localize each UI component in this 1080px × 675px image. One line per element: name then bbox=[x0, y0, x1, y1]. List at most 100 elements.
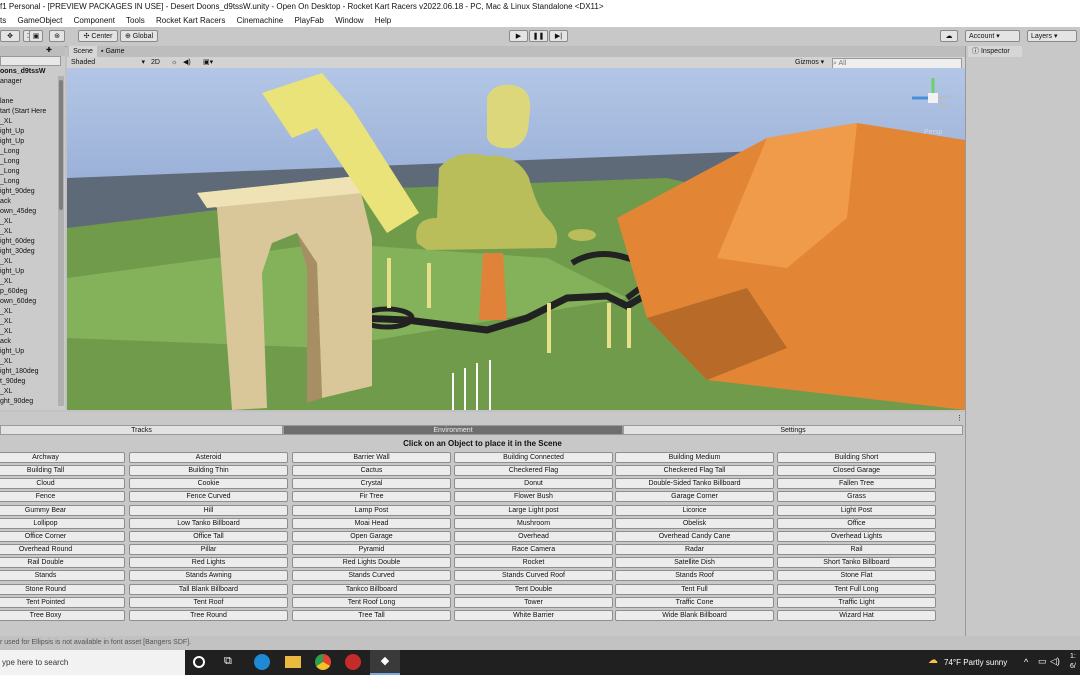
object-button[interactable]: Fir Tree bbox=[292, 491, 451, 503]
hierarchy-item[interactable]: own_60deg bbox=[0, 297, 65, 307]
hierarchy-item[interactable]: _XL bbox=[0, 387, 65, 397]
hierarchy-item[interactable]: ight_Up bbox=[0, 347, 65, 357]
edge-icon[interactable] bbox=[254, 654, 270, 670]
hierarchy-item[interactable]: _Long bbox=[0, 157, 65, 167]
hierarchy-item[interactable]: ght_90deg bbox=[0, 397, 65, 407]
window-menu-icon[interactable]: ⋮ bbox=[956, 414, 963, 422]
hierarchy-item[interactable]: ight_Up bbox=[0, 137, 65, 147]
move-tool-icon[interactable]: ✥ bbox=[0, 30, 20, 42]
hierarchy-item[interactable]: _XL bbox=[0, 227, 65, 237]
pivot-center-button[interactable]: ✣ Center bbox=[78, 30, 118, 42]
object-button[interactable]: Low Tanko Billboard bbox=[129, 517, 288, 529]
object-button[interactable]: Stands Awning bbox=[129, 570, 288, 582]
object-button[interactable]: Garage Corner bbox=[615, 491, 774, 503]
object-button[interactable]: Stands bbox=[0, 570, 125, 582]
hierarchy-search[interactable] bbox=[0, 56, 61, 66]
tab-game[interactable]: ▪ Game bbox=[101, 46, 141, 57]
object-button[interactable]: Flower Bush bbox=[454, 491, 613, 503]
hierarchy-item[interactable]: _Long bbox=[0, 177, 65, 187]
object-button[interactable]: Tent Full bbox=[615, 583, 774, 595]
effects-icon[interactable]: ▣▾ bbox=[203, 57, 213, 68]
object-button[interactable]: Race Camera bbox=[454, 544, 613, 556]
object-button[interactable]: Building Short bbox=[777, 452, 936, 463]
object-button[interactable]: Large Light post bbox=[454, 504, 613, 516]
object-button[interactable]: Rail Double bbox=[0, 557, 125, 569]
menu-tools[interactable]: Tools bbox=[126, 16, 145, 25]
object-button[interactable]: Cactus bbox=[292, 465, 451, 477]
object-button[interactable]: Stone Round bbox=[0, 583, 125, 595]
object-button[interactable]: Crystal bbox=[292, 478, 451, 490]
object-button[interactable]: Stone Flat bbox=[777, 570, 936, 582]
hierarchy-item[interactable] bbox=[0, 87, 65, 97]
tab-environment[interactable]: Environment bbox=[283, 425, 623, 435]
object-button[interactable]: Rail bbox=[777, 544, 936, 556]
transform-tool-icon[interactable]: ⊛ bbox=[49, 30, 65, 42]
object-button[interactable]: Overhead Round bbox=[0, 544, 125, 556]
menu-gameobject[interactable]: GameObject bbox=[17, 16, 62, 25]
tab-tracks[interactable]: Tracks bbox=[0, 425, 283, 435]
hierarchy-scene-root[interactable]: oons_d9tssW bbox=[0, 66, 65, 77]
object-button[interactable]: Open Garage bbox=[292, 530, 451, 542]
menu-window[interactable]: Window bbox=[335, 16, 363, 25]
hierarchy-item[interactable]: ack bbox=[0, 197, 65, 207]
object-button[interactable]: Lollipop bbox=[0, 517, 125, 529]
hierarchy-item[interactable]: t_90deg bbox=[0, 377, 65, 387]
hierarchy-scrollbar[interactable] bbox=[58, 76, 64, 406]
hierarchy-item[interactable]: lane bbox=[0, 97, 65, 107]
hierarchy-item[interactable]: tart (Start Here bbox=[0, 107, 65, 117]
chrome-alt-icon[interactable] bbox=[345, 654, 361, 670]
tab-scene[interactable]: Scene bbox=[69, 46, 97, 57]
network-icon[interactable]: ▭ bbox=[1038, 656, 1047, 667]
cortana-icon[interactable] bbox=[193, 656, 205, 668]
hierarchy-item[interactable]: ight_60deg bbox=[0, 237, 65, 247]
object-button[interactable]: Tree Boxy bbox=[0, 609, 125, 621]
hierarchy-item[interactable]: _XL bbox=[0, 327, 65, 337]
object-button[interactable]: Tankco Billboard bbox=[292, 583, 451, 595]
hierarchy-item[interactable]: _XL bbox=[0, 217, 65, 227]
object-button[interactable]: Donut bbox=[454, 478, 613, 490]
object-button[interactable]: Stands Roof bbox=[615, 570, 774, 582]
object-button[interactable]: Asteroid bbox=[129, 452, 288, 463]
object-button[interactable]: Light Post bbox=[777, 504, 936, 516]
object-button[interactable]: Lamp Post bbox=[292, 504, 451, 516]
object-button[interactable]: Building Medium bbox=[615, 452, 774, 463]
object-button[interactable]: Traffic Cone bbox=[615, 596, 774, 608]
task-view-icon[interactable]: ⧉ bbox=[224, 655, 232, 668]
layers-dropdown[interactable]: Layers ▾ bbox=[1027, 30, 1077, 42]
hierarchy-scroll-thumb[interactable] bbox=[59, 80, 63, 210]
hierarchy-item[interactable]: ight_90deg bbox=[0, 187, 65, 197]
object-button[interactable]: Red Lights bbox=[129, 557, 288, 569]
scale-tool-icon[interactable]: ▣ bbox=[29, 30, 43, 42]
object-button[interactable]: Wide Blank Billboard bbox=[615, 609, 774, 621]
hierarchy-item[interactable]: _XL bbox=[0, 317, 65, 327]
clock[interactable]: 1: 6/ bbox=[1070, 652, 1076, 672]
object-button[interactable]: Tent Pointed bbox=[0, 596, 125, 608]
object-button[interactable]: Overhead Candy Cane bbox=[615, 530, 774, 542]
object-button[interactable]: Cookie bbox=[129, 478, 288, 490]
hierarchy-item[interactable]: own_45deg bbox=[0, 207, 65, 217]
object-button[interactable]: Mushroom bbox=[454, 517, 613, 529]
object-button[interactable]: Pyramid bbox=[292, 544, 451, 556]
object-button[interactable]: Tent Double bbox=[454, 583, 613, 595]
hierarchy-item[interactable]: ight_Up bbox=[0, 267, 65, 277]
object-button[interactable]: Cloud bbox=[0, 478, 125, 490]
pause-button[interactable]: ❚❚ bbox=[529, 30, 548, 42]
hierarchy-item[interactable]: _Long bbox=[0, 147, 65, 157]
object-button[interactable]: Obelisk bbox=[615, 517, 774, 529]
object-button[interactable]: Fence Curved bbox=[129, 491, 288, 503]
object-button[interactable]: Checkered Flag bbox=[454, 465, 613, 477]
object-button[interactable]: Pillar bbox=[129, 544, 288, 556]
hierarchy-item[interactable]: ack bbox=[0, 337, 65, 347]
taskbar-search-input[interactable]: ype here to search bbox=[0, 650, 185, 675]
object-button[interactable]: Red Lights Double bbox=[292, 557, 451, 569]
object-button[interactable]: Building Tall bbox=[0, 465, 125, 477]
menu-tools-partial[interactable]: ts bbox=[0, 16, 6, 25]
account-dropdown[interactable]: Account ▾ bbox=[965, 30, 1020, 42]
object-button[interactable]: White Barrier bbox=[454, 609, 613, 621]
object-button[interactable]: Closed Garage bbox=[777, 465, 936, 477]
hierarchy-item[interactable]: ight_30deg bbox=[0, 247, 65, 257]
object-button[interactable]: Double-Sided Tanko Billboard bbox=[615, 478, 774, 490]
object-button[interactable]: Tent Full Long bbox=[777, 583, 936, 595]
mode-2d-toggle[interactable]: 2D bbox=[151, 57, 163, 68]
pivot-global-button[interactable]: ⊕ Global bbox=[120, 30, 158, 42]
